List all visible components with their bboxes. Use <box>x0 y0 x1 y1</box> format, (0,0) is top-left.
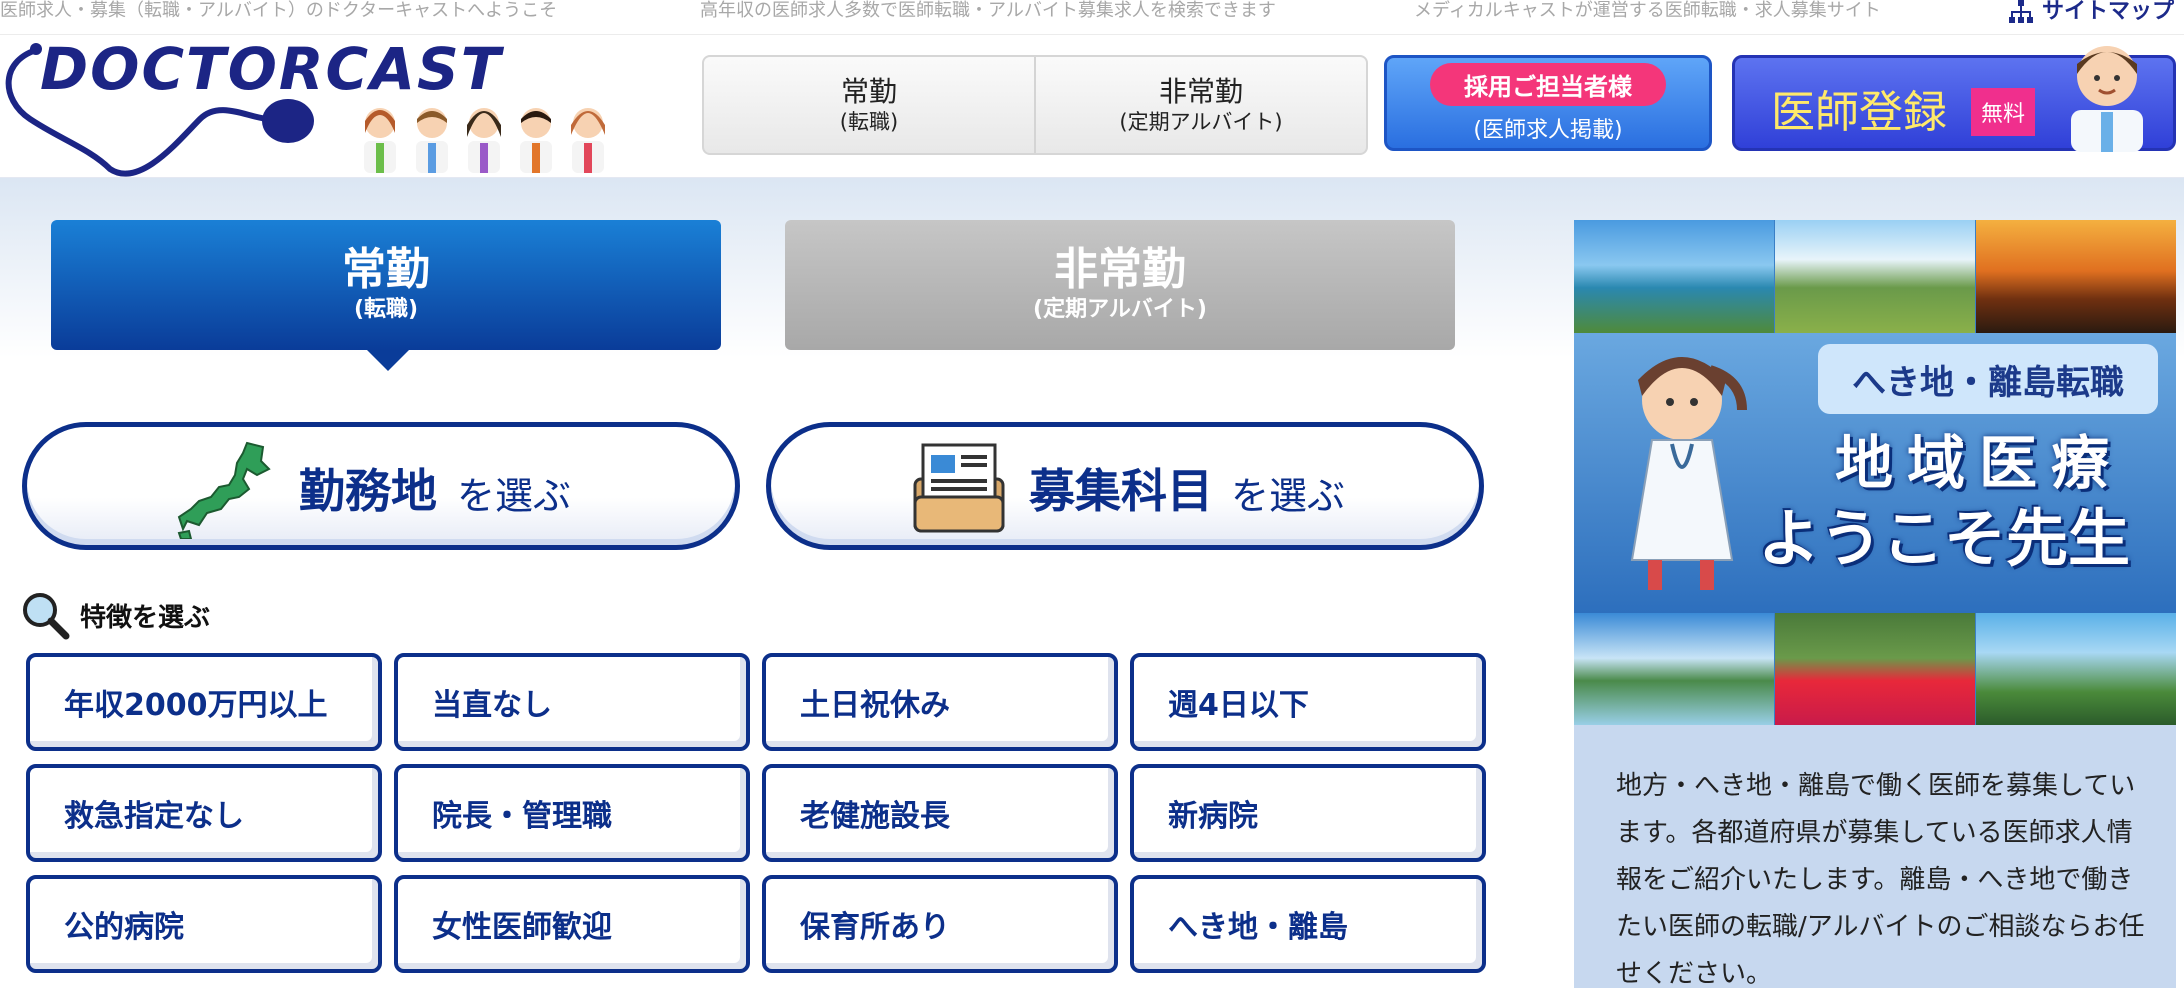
banner-title-2: ようこそ先生 <box>1757 502 2130 575</box>
select-department-big: 募集科目 <box>1029 464 1213 518</box>
feature-item[interactable]: 公的病院 <box>26 875 382 973</box>
free-badge: 無料 <box>1971 88 2036 136</box>
select-department-small: を選ぶ <box>1231 474 1346 518</box>
tab-parttime-sub: (定期アルバイト) <box>1033 297 1207 322</box>
feature-title: 特徴を選ぶ <box>80 602 211 633</box>
regional-medicine-banner[interactable]: へき地・離島転職 地域医療 ようこそ先生 <box>1574 220 2176 725</box>
doctor-avatar-icon <box>520 108 552 173</box>
header-nav-fulltime-sub: (転職) <box>839 110 899 134</box>
tab-parttime-main: 非常勤 <box>1054 244 1186 295</box>
recruiter-button[interactable]: 採用ご担当者様 (医師求人掲載) <box>1384 55 1712 151</box>
doctor-avatar-icon <box>467 108 501 173</box>
doctor-avatar-icon <box>571 108 605 173</box>
recruiter-sub: (医師求人掲載) <box>1473 117 1623 143</box>
photo-hills <box>1976 613 2176 725</box>
feature-item[interactable]: 女性医師歓迎 <box>394 875 750 973</box>
doctor-avatar-icon <box>364 108 396 173</box>
tab-fulltime[interactable]: 常勤 (転職) <box>51 220 721 350</box>
photo-village <box>1775 220 1975 333</box>
document-folder-icon <box>913 443 1005 533</box>
feature-item[interactable]: 院長・管理職 <box>394 764 750 862</box>
feature-item[interactable]: 年収2000万円以上 <box>26 653 382 751</box>
select-location-button[interactable]: 勤務地 を選ぶ <box>22 422 740 550</box>
header-nav-parttime-main: 非常勤 <box>1158 75 1243 108</box>
logo[interactable]: DOCTORCAST <box>40 35 502 103</box>
select-location-small: を選ぶ <box>457 474 572 518</box>
doctor-avatar-icon <box>2071 46 2143 152</box>
register-button[interactable]: 医師登録 無料 <box>1732 46 2176 152</box>
tagline-3: メディカルキャストが運営する医師転職・求人募集サイト <box>1414 0 1881 21</box>
recruiter-label: 採用ご担当者様 <box>1430 62 1666 106</box>
photo-lighthouse <box>1574 220 1774 333</box>
doctor-avatar-icon <box>416 108 448 173</box>
photo-flowers <box>1775 613 1975 725</box>
header-nav-parttime-sub: (定期アルバイト) <box>1119 110 1283 134</box>
sidebar-description: 地方・へき地・離島で働く医師を募集しています。各都道府県が募集している医師求人情… <box>1574 725 2176 989</box>
feature-heading: 特徴を選ぶ <box>20 590 210 640</box>
tab-fulltime-sub: (転職) <box>353 297 419 322</box>
photo-mountain-lake <box>1574 613 1774 725</box>
sitemap-link[interactable]: サイトマップ <box>2008 0 2174 24</box>
photo-sunset <box>1976 220 2176 333</box>
feature-item[interactable]: 新病院 <box>1130 764 1486 862</box>
tab-parttime[interactable]: 非常勤 (定期アルバイト) <box>785 220 1455 350</box>
feature-item[interactable]: へき地・離島 <box>1130 875 1486 973</box>
feature-item[interactable]: 保育所あり <box>762 875 1118 973</box>
feature-item[interactable]: 週4日以下 <box>1130 653 1486 751</box>
header: DOCTORCAST 常勤 (転職) 非常勤 (定期アルバイト) 採用ご担当者様… <box>0 35 2184 179</box>
tagline-2: 高年収の医師求人多数で医師転職・アルバイト募集求人を検索できます <box>700 0 1276 21</box>
sitemap-label: サイトマップ <box>2041 0 2174 24</box>
tagline-1: 医師求人・募集（転職・アルバイト）のドクターキャストへようこそ <box>0 0 558 21</box>
magnifier-icon <box>23 593 70 640</box>
select-location-big: 勤務地 <box>299 464 437 518</box>
header-nav-parttime[interactable]: 非常勤 (定期アルバイト) <box>1036 57 1366 153</box>
header-nav: 常勤 (転職) 非常勤 (定期アルバイト) <box>702 55 1368 155</box>
feature-item[interactable]: 土日祝休み <box>762 653 1118 751</box>
header-nav-fulltime-main: 常勤 <box>840 75 897 108</box>
header-nav-fulltime[interactable]: 常勤 (転職) <box>704 57 1036 153</box>
feature-item[interactable]: 当直なし <box>394 653 750 751</box>
select-department-button[interactable]: 募集科目 を選ぶ <box>766 422 1484 550</box>
feature-item[interactable]: 救急指定なし <box>26 764 382 862</box>
tab-fulltime-main: 常勤 <box>342 244 430 295</box>
banner-subtitle: へき地・離島転職 <box>1818 344 2158 414</box>
sitemap-icon <box>2008 0 2033 23</box>
tagline-bar: 医師求人・募集（転職・アルバイト）のドクターキャストへようこそ 高年収の医師求人… <box>0 0 2184 35</box>
active-tab-indicator <box>366 349 410 371</box>
register-label: 医師登録 <box>1771 87 1947 138</box>
feature-item[interactable]: 老健施設長 <box>762 764 1118 862</box>
japan-map-icon <box>177 441 271 539</box>
